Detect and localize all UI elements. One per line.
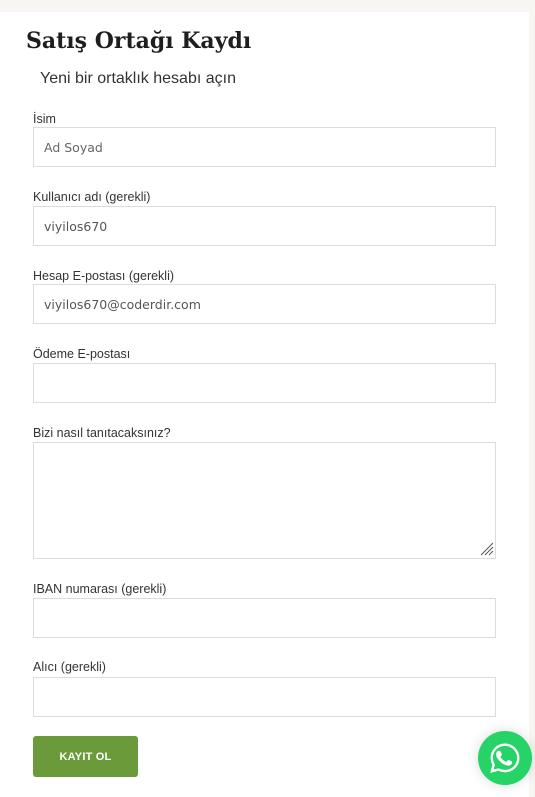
name-label: İsim (33, 112, 56, 126)
account-email-label: Hesap E-postası (gerekli) (33, 269, 175, 283)
recipient-input[interactable] (33, 677, 496, 717)
name-input[interactable] (33, 127, 496, 167)
account-email-input[interactable] (33, 284, 496, 324)
resize-grip-icon[interactable] (478, 540, 494, 556)
whatsapp-chat-button[interactable] (478, 731, 532, 785)
payment-email-label: Ödeme E-postası (33, 347, 131, 361)
register-button[interactable]: KAYIT OL (33, 736, 138, 777)
promotion-textarea[interactable] (33, 442, 496, 559)
page-subtitle: Yeni bir ortaklık hesabı açın (40, 70, 236, 87)
whatsapp-icon (490, 743, 520, 773)
recipient-label: Alıcı (gerekli) (33, 660, 106, 674)
iban-label: IBAN numarası (gerekli) (33, 582, 167, 596)
username-input[interactable] (33, 206, 496, 246)
affiliate-registration-card: Satış Ortağı Kaydı Yeni bir ortaklık hes… (0, 12, 529, 797)
username-label: Kullanıcı adı (gerekli) (33, 190, 151, 204)
iban-input[interactable] (33, 598, 496, 638)
page-title: Satış Ortağı Kaydı (26, 28, 252, 54)
promotion-label: Bizi nasıl tanıtacaksınız? (33, 426, 171, 440)
payment-email-input[interactable] (33, 363, 496, 403)
